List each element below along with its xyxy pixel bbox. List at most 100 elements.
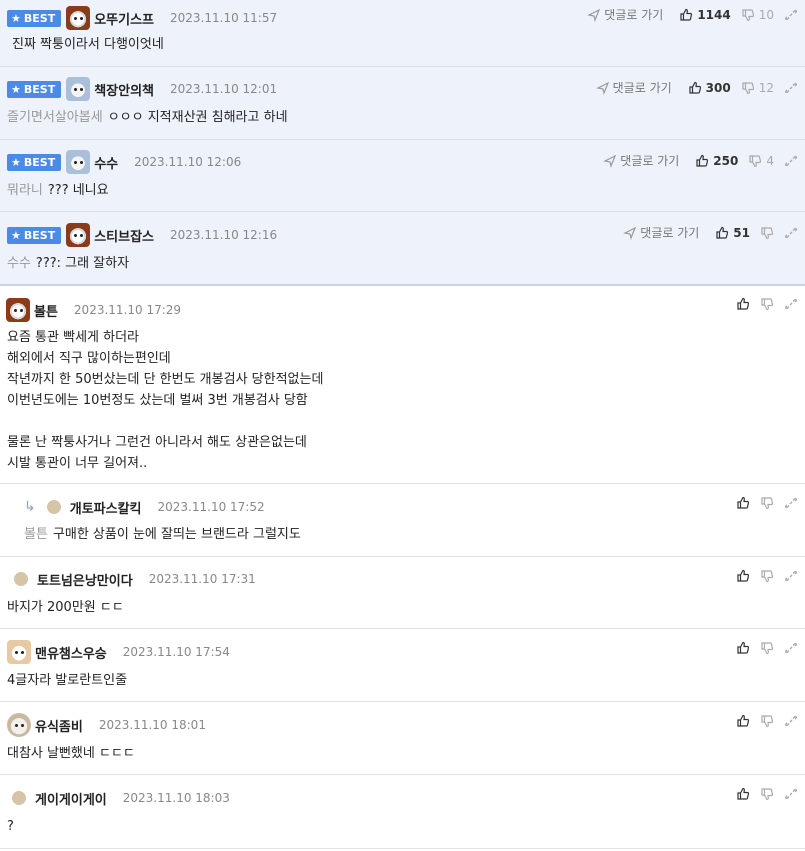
avatar[interactable] [66,77,91,101]
comment: 게이게이게이 2023.11.10 18:03 ? [0,775,805,849]
nickname[interactable]: 오뚜기스프 [94,9,154,28]
thumbs-down-icon [761,226,774,239]
avatar[interactable] [66,6,91,30]
best-badge: ★ BEST [7,80,62,98]
dislike-button[interactable] [760,226,774,240]
comment: 유식좀비 2023.11.10 18:01 대참사 날뻔했네 ㄷㄷㄷ [0,702,805,775]
nickname[interactable]: 책장안의책 [94,80,154,99]
goto-comment-link[interactable]: 댓글로 가기 [623,224,699,241]
nickname[interactable]: 수수 [94,153,118,172]
link-icon[interactable] [784,496,798,510]
comment-date: 2023.11.10 18:01 [98,718,206,732]
comment-body: 볼튼 구매한 상품이 눈에 잘띄는 브랜드라 그럴지도 [24,527,301,542]
comment-body: 4글자라 발로란트인줄 [7,673,128,688]
link-icon[interactable] [784,154,798,168]
best-badge: ★ BEST [7,226,62,244]
comment-date: 2023.11.10 18:03 [122,791,230,805]
thumbs-down-icon[interactable] [760,496,774,510]
thumbs-down-icon [742,8,754,21]
thumbs-up-icon [680,8,693,21]
comment-body: 요즘 통관 빡세게 하더라 해외에서 직구 많이하는편인데 작년까지 한 50번… [7,330,324,471]
goto-comment-link[interactable]: 댓글로 가기 [603,152,679,169]
thumbs-down-icon[interactable] [760,641,774,655]
thumbs-up-icon[interactable] [736,496,750,510]
comment-date: 2023.11.10 17:31 [148,572,256,586]
avatar[interactable] [41,495,66,519]
thumbs-up-icon[interactable] [736,641,750,655]
send-icon [595,81,609,95]
comment-date: 2023.11.10 12:01 [170,82,278,96]
comment-date: 2023.11.10 17:29 [73,303,182,317]
best-comment: ★ BEST 책장안의책 2023.11.10 12:01 댓글로 가기 300 … [0,67,805,140]
link-icon[interactable] [784,569,798,583]
best-comment: ★ BEST 수수 2023.11.10 12:06 댓글로 가기 250 4 뭐… [0,140,805,212]
comment-body: 대참사 날뻔했네 ㄷㄷㄷ [7,746,135,761]
reply-arrow-icon: ↳ [24,499,36,515]
nickname[interactable]: 유식좀비 [35,716,83,735]
thumbs-down-icon[interactable] [760,787,774,801]
avatar[interactable] [7,713,31,737]
nickname[interactable]: 게이게이게이 [35,789,107,808]
star-icon: ★ [11,82,21,96]
link-icon[interactable] [784,714,798,728]
thumbs-up-icon [696,154,709,167]
avatar[interactable] [6,298,30,322]
send-icon [603,154,617,168]
comment-date: 2023.11.10 17:54 [122,645,230,659]
thumbs-down-icon [749,154,762,167]
comment-date: 2023.11.10 17:52 [157,500,265,514]
avatar[interactable] [7,786,31,810]
comment: 토트넘은낭만이다 2023.11.10 17:31 바지가 200만원 ㄷㄷ [0,557,805,629]
comment-date: 2023.11.10 12:06 [134,155,242,169]
thumbs-up-icon [689,81,701,94]
link-icon[interactable] [784,297,798,311]
nickname[interactable]: 볼튼 [34,301,58,320]
dislike-button[interactable]: 4 [748,154,774,168]
nickname[interactable]: 맨유챔스우승 [35,643,107,662]
nickname[interactable]: 개토파스칼킥 [70,498,142,517]
goto-comment-link[interactable]: 댓글로 가기 [587,6,663,23]
like-button[interactable]: 1144 [679,8,731,22]
send-icon [587,8,601,22]
best-comment: ★ BEST 오뚜기스프 2023.11.10 11:57 댓글로 가기 1144… [0,0,805,67]
link-icon[interactable] [784,8,798,22]
dislike-button[interactable]: 10 [741,8,774,22]
best-badge: ★ BEST [7,9,62,27]
link-icon[interactable] [784,787,798,801]
comment-date: 2023.11.10 11:57 [170,11,278,25]
best-badge: ★ BEST [7,153,62,171]
avatar[interactable] [9,567,33,591]
thumbs-up-icon[interactable] [736,569,750,583]
comment-date: 2023.11.10 12:16 [170,228,278,242]
thumbs-down-icon[interactable] [760,714,774,728]
comment: 맨유챔스우승 2023.11.10 17:54 4글자라 발로란트인줄 [0,629,805,702]
send-icon [623,226,637,240]
star-icon: ★ [11,155,21,169]
thumbs-up-icon[interactable] [736,714,750,728]
avatar[interactable] [66,223,91,247]
link-icon[interactable] [784,226,798,240]
like-button[interactable]: 51 [715,226,750,240]
thumbs-down-icon[interactable] [760,569,774,583]
link-icon[interactable] [784,641,798,655]
thumbs-up-icon[interactable] [736,297,750,311]
like-button[interactable]: 300 [688,81,731,95]
comment-body: 뭐라니??? 네니요 [7,183,109,198]
goto-comment-link[interactable]: 댓글로 가기 [595,79,672,96]
thumbs-up-icon [716,226,729,239]
thumbs-down-icon[interactable] [760,297,774,311]
avatar[interactable] [7,640,31,664]
star-icon: ★ [11,11,21,25]
comment-list: ★ BEST 오뚜기스프 2023.11.10 11:57 댓글로 가기 1144… [0,0,805,849]
thumbs-up-icon[interactable] [736,787,750,801]
nickname[interactable]: 스티브잡스 [94,226,154,245]
avatar[interactable] [66,150,91,174]
thumbs-down-icon [742,81,754,94]
comment-body: 바지가 200만원 ㄷㄷ [7,600,124,615]
like-button[interactable]: 250 [695,154,738,168]
comment-body: ? [7,819,14,834]
best-comment: ★ BEST 스티브잡스 2023.11.10 12:16 댓글로 가기 51 수… [0,212,805,286]
link-icon[interactable] [784,81,798,95]
nickname[interactable]: 토트넘은낭만이다 [37,570,133,589]
dislike-button[interactable]: 12 [741,81,774,95]
